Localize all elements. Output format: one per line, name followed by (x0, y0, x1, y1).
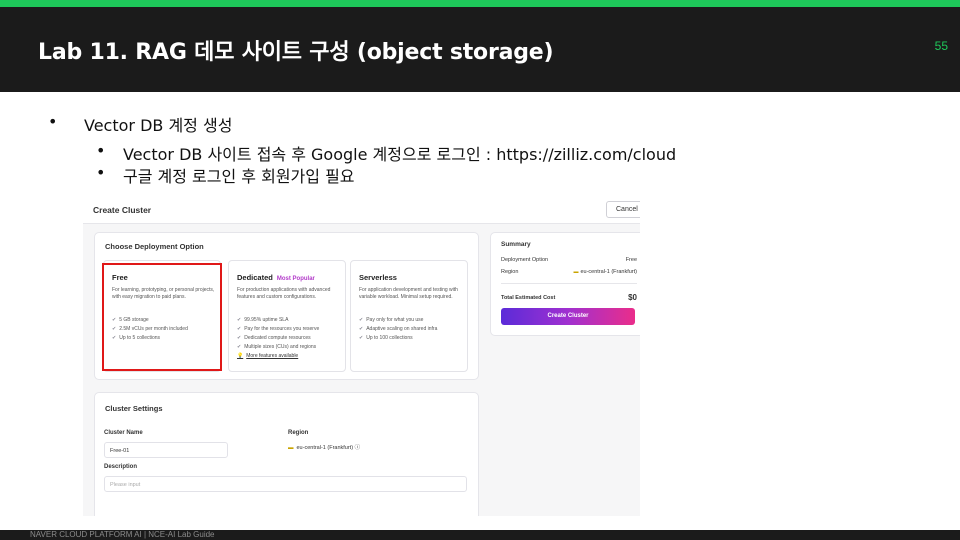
bullet-marker: • (96, 163, 106, 182)
option-free[interactable]: Free For learning, prototyping, or perso… (103, 260, 221, 372)
screenshot-header: Create Cluster Cancel (83, 196, 640, 224)
feature-item: ✔ Up to 5 collections (112, 335, 161, 341)
slide-title: Lab 11. RAG 데모 사이트 구성 (object storage) (38, 40, 554, 65)
bullet-text: Vector DB 계정 생성 (84, 116, 233, 135)
page-number: 55 (934, 39, 948, 53)
option-serverless[interactable]: Serverless For application development a… (350, 260, 468, 372)
feature-item: ✔ Adaptive scaling on shared infra (359, 326, 438, 332)
region-flag-icon: ▬ (573, 269, 579, 275)
option-description: For learning, prototyping, or personal p… (112, 287, 215, 300)
check-icon: ✔ (112, 335, 117, 341)
option-description: For production applications with advance… (237, 287, 331, 300)
bullet-marker: • (96, 141, 106, 160)
check-icon: ✔ (112, 317, 117, 323)
most-popular-badge: Most Popular (276, 276, 315, 282)
feature-item: ✔ Dedicated compute resources (237, 335, 311, 341)
region-label: Region (288, 430, 309, 436)
lightbulb-icon: 💡 (237, 353, 244, 359)
deployment-option-title: Choose Deployment Option (105, 242, 204, 251)
summary-deployment-value: Free (625, 257, 637, 263)
feature-item: ✔ Up to 100 collections (359, 335, 413, 341)
option-name: Serverless (359, 273, 397, 282)
create-cluster-button[interactable]: Create Cluster (501, 308, 635, 325)
option-name: Dedicated Most Popular (237, 273, 315, 282)
check-icon: ✔ (237, 335, 242, 341)
option-dedicated[interactable]: Dedicated Most Popular For production app… (228, 260, 346, 372)
feature-item: ✔ 2.5M vCUs per month included (112, 326, 188, 332)
feature-item: ✔ Pay only for what you use (359, 317, 424, 323)
top-accent-bar (0, 0, 960, 7)
cluster-name-input[interactable]: Free-01 (104, 442, 228, 458)
check-icon: ✔ (112, 326, 117, 332)
summary-total-label: Total Estimated Cost (501, 295, 556, 301)
create-cluster-title: Create Cluster (93, 205, 152, 215)
footer-text: NAVER CLOUD PLATFORM AI | NCE-AI Lab Gui… (30, 530, 215, 539)
check-icon: ✔ (359, 335, 364, 341)
description-label: Description (104, 464, 138, 470)
check-icon: ✔ (359, 317, 364, 323)
cluster-settings-title: Cluster Settings (105, 404, 163, 413)
summary-region-value: ▬ eu-central-1 (Frankfurt) (573, 269, 637, 275)
description-input[interactable]: Please input (104, 476, 467, 492)
info-icon[interactable]: ⓘ (355, 445, 361, 451)
check-icon: ✔ (237, 344, 242, 350)
summary-deployment-label: Deployment Option (501, 257, 549, 263)
summary-title: Summary (501, 241, 531, 248)
check-icon: ✔ (359, 326, 364, 332)
feature-item: ✔ 5 GB storage (112, 317, 149, 323)
option-description: For application development and testing … (359, 287, 458, 300)
more-features-link[interactable]: 💡 More features available (237, 353, 298, 359)
feature-item: ✔ Multiple sizes (CUs) and regions (237, 344, 317, 350)
title-band: Lab 11. RAG 데모 사이트 구성 (object storage) 5… (0, 7, 960, 92)
cluster-name-label: Cluster Name (104, 430, 143, 436)
create-cluster-screenshot: Create Cluster Cancel Choose Deployment … (83, 196, 640, 516)
bullet-text: 구글 계정 로그인 후 회원가입 필요 (123, 167, 355, 186)
check-icon: ✔ (237, 317, 242, 323)
feature-item: ✔ 99.95% uptime SLA (237, 317, 289, 323)
feature-item: ✔ Pay for the resources you reserve (237, 326, 320, 332)
check-icon: ✔ (237, 326, 242, 332)
summary-region-label: Region (501, 269, 519, 275)
bullet-text: Vector DB 사이트 접속 후 Google 계정으로 로그인 : htt… (123, 145, 677, 164)
cancel-button[interactable]: Cancel (606, 201, 640, 218)
option-name: Free (112, 273, 128, 282)
summary-divider (501, 283, 637, 284)
region-value: ▬ eu-central-1 (Frankfurt) ⓘ (288, 445, 361, 451)
region-flag-icon: ▬ (288, 445, 294, 451)
bullet-marker: • (48, 112, 58, 131)
summary-total-value: $0 (628, 293, 637, 302)
